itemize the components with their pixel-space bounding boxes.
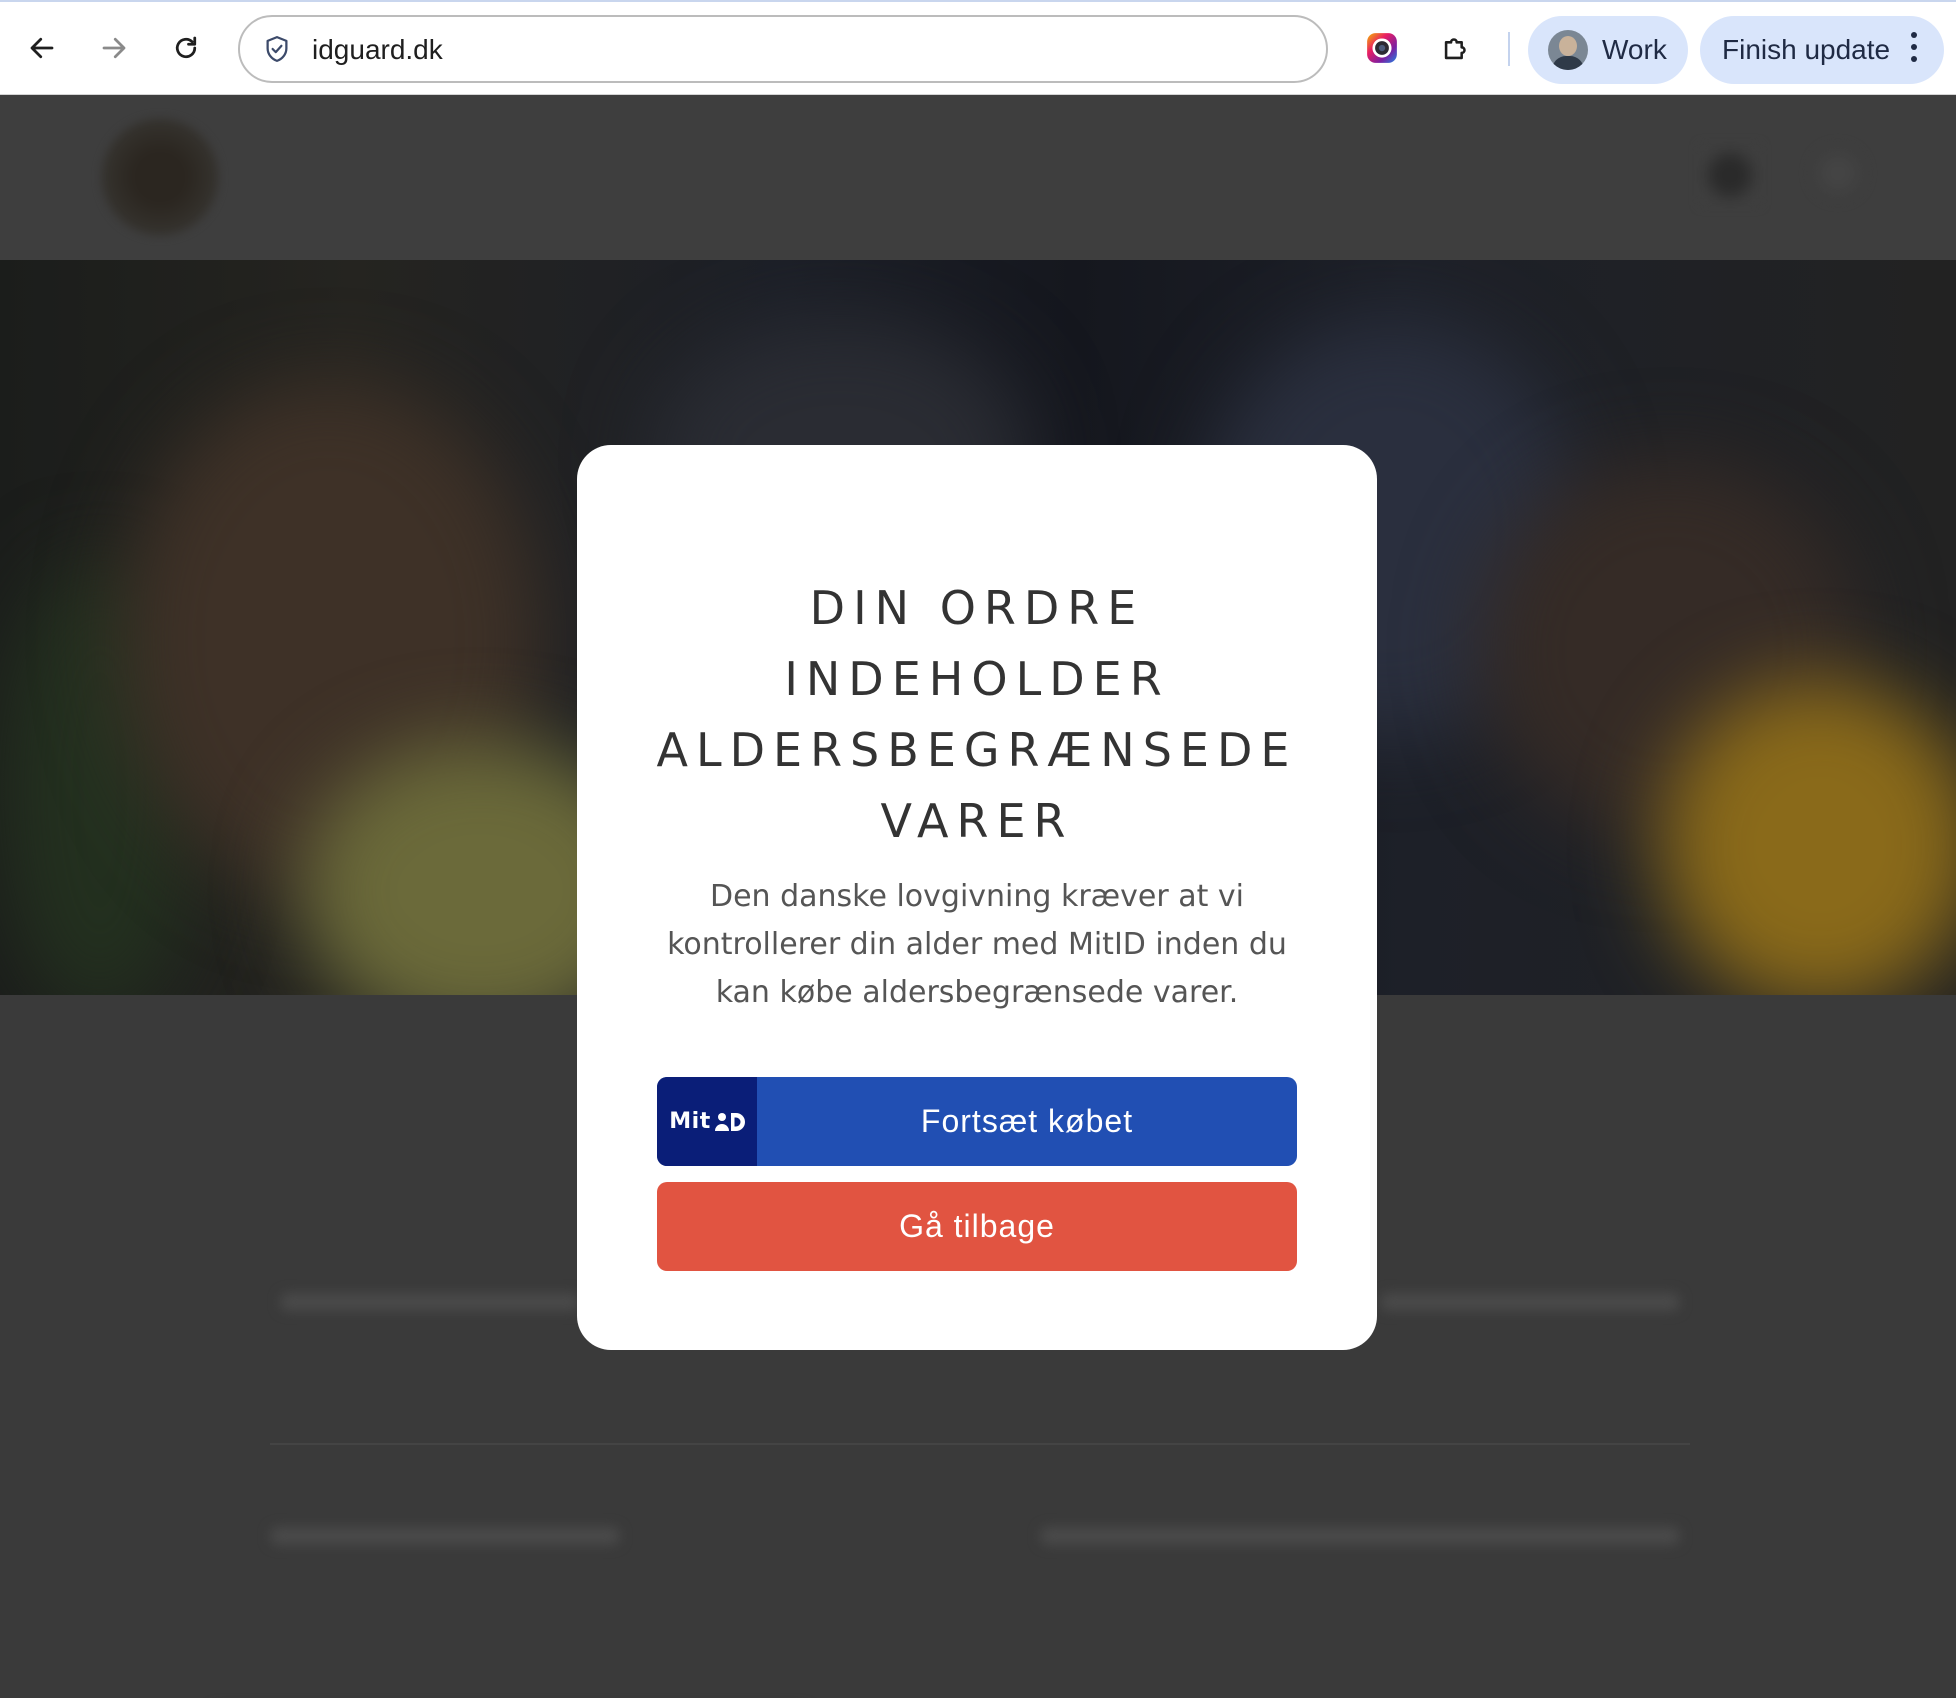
shield-icon[interactable] — [262, 34, 292, 64]
dialog-title: DIN ORDRE INDEHOLDER ALDERSBEGRÆNSEDE VA… — [656, 581, 1298, 848]
puzzle-icon — [1444, 38, 1466, 60]
toolbar-divider — [1508, 32, 1510, 66]
account-icon — [1810, 145, 1866, 201]
mitid-logo: Mit — [657, 1077, 757, 1166]
dialog-message: Den danske lovgivning kræver at vi kontr… — [667, 879, 1287, 1010]
back-button[interactable] — [14, 20, 70, 76]
reload-button[interactable] — [158, 20, 214, 76]
site-logo — [100, 117, 220, 237]
cart-icon — [1700, 145, 1760, 205]
go-back-button[interactable]: Gå tilbage — [657, 1182, 1297, 1271]
finish-update-label: Finish update — [1722, 34, 1891, 65]
mitid-logo-text: Mit — [669, 1109, 711, 1134]
continue-purchase-label: Fortsæt købet — [920, 1103, 1134, 1139]
camera-extension-icon — [1367, 33, 1397, 63]
extension-button[interactable] — [1358, 24, 1406, 72]
profile-button[interactable]: Work — [1528, 16, 1688, 84]
mitid-person-icon — [714, 1112, 745, 1131]
age-verification-dialog: DIN ORDRE INDEHOLDER ALDERSBEGRÆNSEDE VA… — [577, 445, 1377, 1350]
site-header — [0, 95, 1956, 260]
url-text[interactable]: idguard.dk — [312, 34, 443, 66]
arrow-left-icon — [30, 37, 54, 59]
continue-purchase-button[interactable]: Mit Fortsæt købet — [657, 1077, 1297, 1166]
extensions-menu-button[interactable] — [1432, 24, 1480, 72]
forward-button[interactable] — [86, 20, 142, 76]
more-vert-icon[interactable] — [1906, 32, 1922, 68]
browser-toolbar: idguard.dk Work Finish update — [0, 0, 1956, 95]
finish-update-button[interactable]: Finish update — [1700, 16, 1944, 84]
reload-icon — [175, 36, 197, 59]
address-bar[interactable]: idguard.dk — [238, 15, 1328, 83]
profile-label: Work — [1602, 34, 1667, 65]
arrow-right-icon — [102, 37, 126, 59]
avatar — [1548, 30, 1588, 70]
